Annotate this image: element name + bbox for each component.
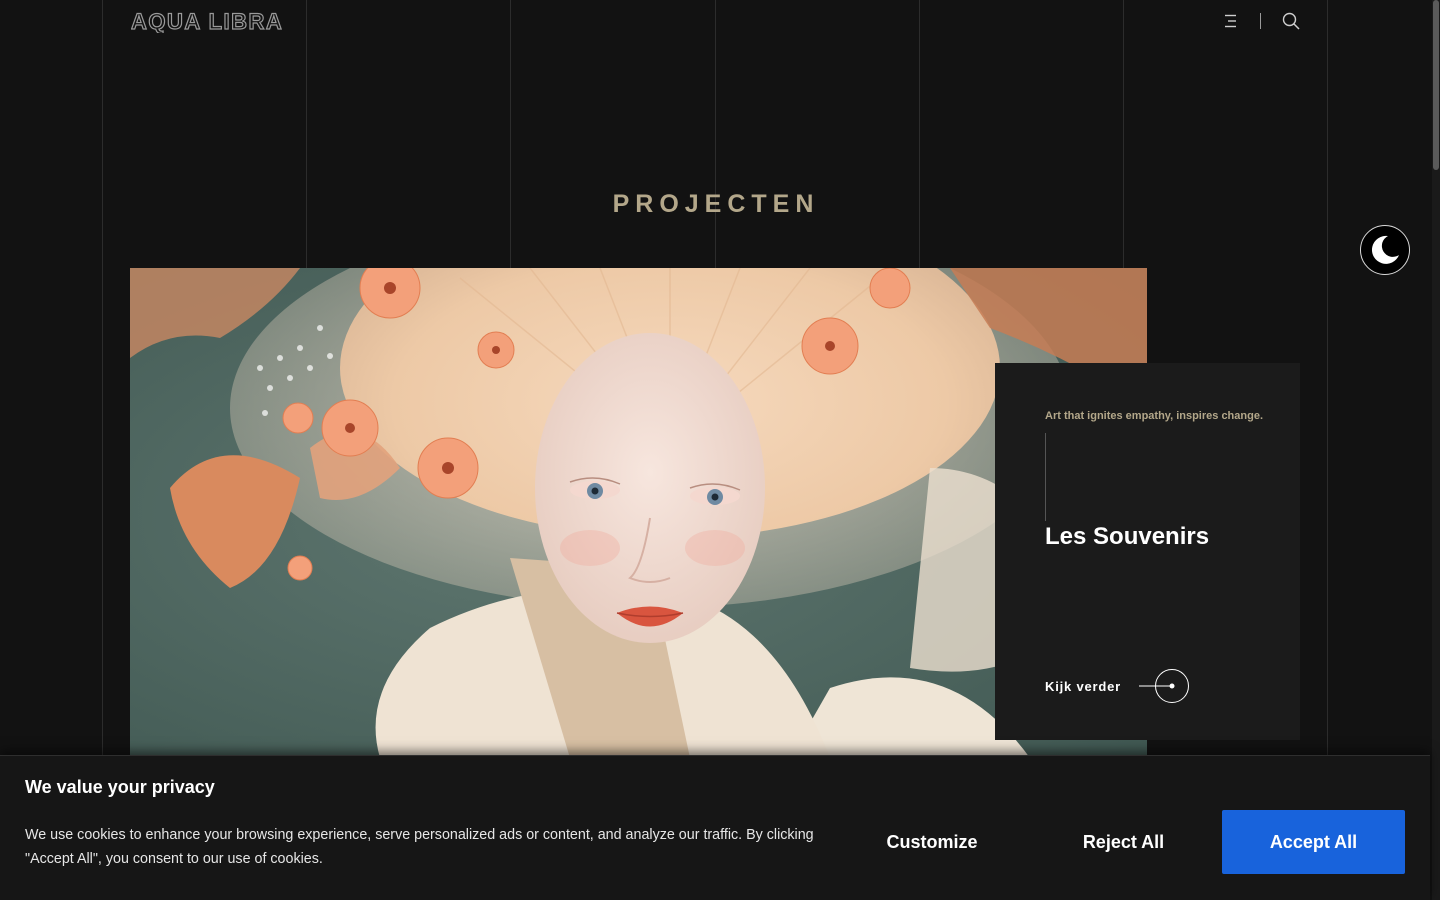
header-icons	[1222, 10, 1300, 32]
page-scrollbar[interactable]	[1432, 0, 1440, 900]
cookie-banner: We value your privacy We use cookies to …	[0, 755, 1430, 900]
grid-line	[715, 0, 716, 268]
arrow-circle-icon	[1139, 669, 1190, 703]
page: AQUA LIBRA PROJECTEN Art that ignites em…	[0, 0, 1440, 900]
customize-button[interactable]: Customize	[852, 810, 1012, 874]
reject-all-button[interactable]: Reject All	[1045, 810, 1202, 874]
card-tagline: Art that ignites empathy, inspires chang…	[1045, 410, 1264, 422]
grid-line	[1327, 0, 1328, 755]
theme-toggle-button[interactable]	[1360, 225, 1410, 275]
card-divider-line	[1045, 433, 1046, 521]
search-icon[interactable]	[1282, 12, 1300, 30]
kijk-verder-label: Kijk verder	[1045, 678, 1122, 694]
cookie-title: We value your privacy	[25, 777, 215, 797]
page-title: PROJECTEN	[612, 190, 820, 218]
menu-icon[interactable]	[1222, 13, 1238, 29]
moon-icon	[1371, 235, 1399, 264]
project-card: Art that ignites empathy, inspires chang…	[995, 363, 1300, 740]
logo-text: AQUA LIBRA	[131, 9, 283, 33]
grid-line	[1123, 0, 1124, 268]
grid-line	[102, 0, 103, 755]
header-divider	[1260, 13, 1261, 29]
accept-all-button[interactable]: Accept All	[1222, 810, 1405, 874]
card-title: Les Souvenirs	[1045, 523, 1210, 550]
kijk-verder-link[interactable]: Kijk verder	[1045, 668, 1191, 704]
logo[interactable]: AQUA LIBRA	[131, 9, 315, 33]
grid-line	[919, 0, 920, 268]
scrollbar-thumb[interactable]	[1433, 0, 1439, 170]
grid-line	[306, 0, 307, 268]
grid-line	[510, 0, 511, 268]
cookie-text: We use cookies to enhance your browsing …	[25, 827, 814, 867]
